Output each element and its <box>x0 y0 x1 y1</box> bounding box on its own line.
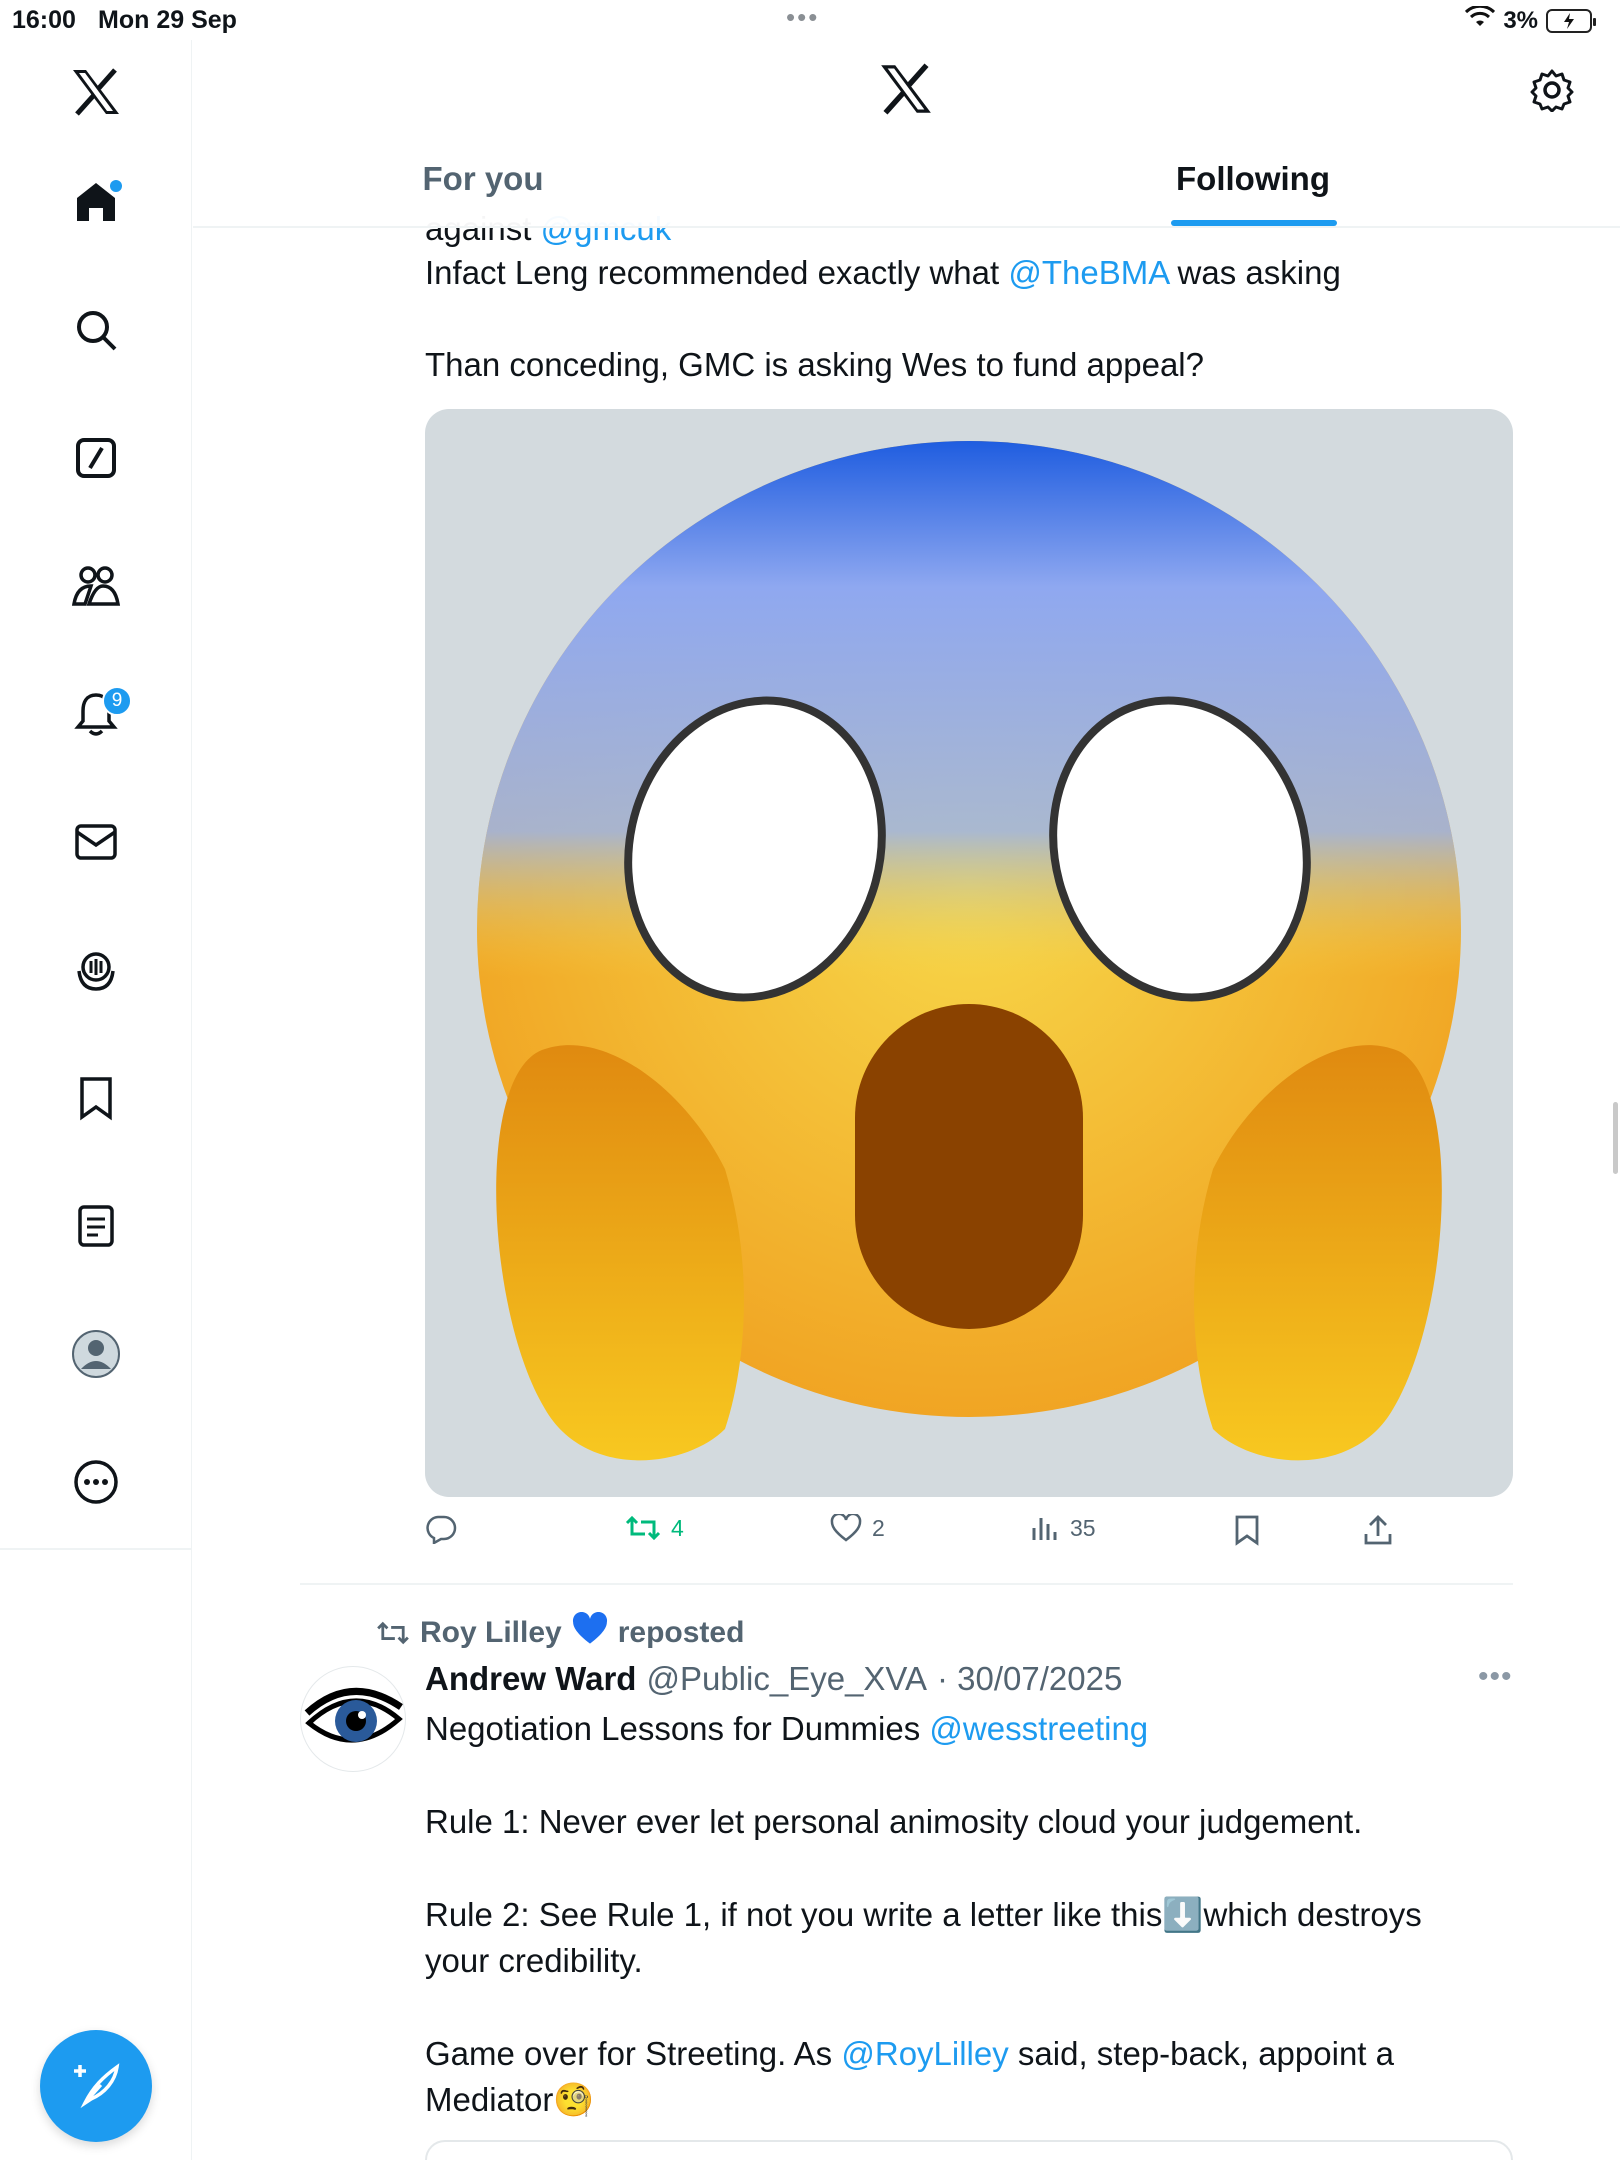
bookmark-icon <box>1235 1515 1259 1546</box>
sidebar-item-spaces[interactable] <box>66 942 126 1002</box>
sidebar-item-profile[interactable] <box>66 1326 126 1386</box>
sidebar-item-messages[interactable] <box>66 814 126 874</box>
post-text-fragment: which destroys <box>1203 1896 1422 1933</box>
status-bar: 16:00 Mon 29 Sep ••• 3% <box>0 0 1620 40</box>
post-author-row: Andrew Ward @Public_Eye_XVA · 30/07/2025 <box>425 1660 1122 1698</box>
x-logo-icon <box>879 62 939 122</box>
timeline-header: For you Following <box>193 40 1620 228</box>
gear-icon <box>1530 68 1574 117</box>
post-media-image[interactable] <box>425 409 1513 1497</box>
settings-button[interactable] <box>1524 64 1580 120</box>
post-more-button[interactable]: ••• <box>1478 1660 1513 1694</box>
status-date: Mon 29 Sep <box>98 6 237 34</box>
reply-button[interactable] <box>425 1514 467 1544</box>
battery-percent: 3% <box>1503 6 1538 34</box>
post-divider <box>300 1583 1513 1585</box>
post-text-line: Infact Leng recommended exactly what @Th… <box>425 250 1341 296</box>
retweet-count: 4 <box>671 1514 684 1541</box>
lists-icon <box>76 1203 116 1254</box>
views-count: 35 <box>1070 1514 1096 1541</box>
status-time: 16:00 <box>12 6 76 34</box>
home-unread-dot <box>110 180 122 192</box>
post-action-bar: 4 2 35 <box>425 1514 1425 1554</box>
x-logo-icon[interactable] <box>66 62 126 122</box>
sidebar-item-bookmarks[interactable] <box>66 1070 126 1130</box>
mention-link[interactable]: @TheBMA <box>1008 254 1168 291</box>
post-text-fragment: Mediator <box>425 2081 554 2118</box>
sidebar-item-grok[interactable] <box>66 430 126 490</box>
post-text-line: Rule 1: Never ever let personal animosit… <box>425 1803 1363 1840</box>
profile-icon <box>71 1329 121 1384</box>
author-avatar[interactable] <box>300 1666 406 1772</box>
author-name[interactable]: Andrew Ward <box>425 1660 636 1698</box>
retweet-icon <box>625 1515 661 1541</box>
mention-link[interactable]: @RoyLilley <box>841 2035 1008 2072</box>
post-date[interactable]: · 30/07/2025 <box>937 1660 1122 1698</box>
communities-icon <box>71 564 121 613</box>
sidebar-item-home[interactable] <box>66 174 126 234</box>
sidebar-item-notifications[interactable]: 9 <box>66 686 132 746</box>
author-handle[interactable]: @Public_Eye_XVA <box>646 1660 927 1698</box>
eye-avatar-icon <box>304 1687 403 1743</box>
views-button[interactable]: 35 <box>1030 1514 1096 1542</box>
down-arrow-emoji: ⬇️ <box>1162 1896 1204 1933</box>
tab-for-you[interactable]: For you <box>233 160 733 228</box>
multitasking-dots-icon[interactable]: ••• <box>786 2 819 33</box>
views-icon <box>1032 1518 1057 1540</box>
grok-icon <box>74 436 118 485</box>
post-text-line: Game over for Streeting. As @RoyLilley s… <box>425 2031 1394 2077</box>
heart-icon <box>830 1514 862 1542</box>
tab-active-indicator <box>1171 220 1337 226</box>
bookmark-button[interactable] <box>1233 1514 1261 1546</box>
retweet-icon <box>377 1621 409 1645</box>
post-text-fragment: said, step-back, appoint a <box>1008 2035 1394 2072</box>
search-icon <box>74 308 118 357</box>
sidebar-item-communities[interactable] <box>66 558 126 618</box>
scrollbar[interactable] <box>1613 1102 1618 1174</box>
quoted-card[interactable] <box>425 2140 1513 2160</box>
mention-link[interactable]: @wesstreeting <box>929 1710 1148 1747</box>
battery-icon <box>1546 8 1596 33</box>
share-button[interactable] <box>1363 1514 1393 1546</box>
screaming-face-emoji-icon <box>477 441 1461 1461</box>
sidebar-item-more[interactable] <box>66 1454 126 1514</box>
post-text-line: Than conceding, GMC is asking Wes to fun… <box>425 346 1204 383</box>
notifications-badge: 9 <box>102 686 132 716</box>
post-text-line: Rule 2: See Rule 1, if not you write a l… <box>425 1892 1422 1938</box>
post-text-line: Negotiation Lessons for Dummies @wesstre… <box>425 1706 1148 1752</box>
sidebar-divider <box>0 1548 192 1550</box>
like-button[interactable]: 2 <box>830 1514 885 1542</box>
sidebar-item-lists[interactable] <box>66 1198 126 1258</box>
reposter-name: Roy Lilley <box>420 1616 562 1649</box>
share-icon <box>1364 1515 1392 1545</box>
retweet-button[interactable]: 4 <box>625 1514 684 1542</box>
reply-icon <box>426 1515 457 1544</box>
post-text-line: Mediator🧐 <box>425 2077 594 2123</box>
verified-heart-icon <box>572 1611 608 1654</box>
spaces-icon <box>73 947 119 998</box>
post-text-line: your credibility. <box>425 1942 643 1979</box>
status-right: 3% <box>1465 4 1596 35</box>
like-count: 2 <box>872 1514 885 1541</box>
bookmarks-icon <box>76 1075 116 1126</box>
post-text-fragment: was asking <box>1168 254 1341 291</box>
reposted-label: reposted <box>617 1616 745 1649</box>
post-text-fragment: Negotiation Lessons for Dummies <box>425 1710 930 1747</box>
post-text-fragment: Rule 2: See Rule 1, if not you write a l… <box>425 1896 1163 1933</box>
sidebar: 9 <box>0 40 192 2160</box>
messages-icon <box>74 822 118 867</box>
repost-context[interactable]: Roy Lilley reposted <box>376 1611 745 1654</box>
compose-button[interactable] <box>40 2030 152 2142</box>
wifi-icon <box>1465 4 1496 35</box>
post-text-fragment: Infact Leng recommended exactly what <box>425 254 1009 291</box>
post-text-fragment: Game over for Streeting. As <box>425 2035 842 2072</box>
monocle-emoji: 🧐 <box>553 2081 595 2118</box>
tab-following[interactable]: Following <box>1003 160 1503 228</box>
more-icon <box>73 1459 119 1510</box>
compose-icon <box>71 2059 121 2114</box>
sidebar-item-search[interactable] <box>66 302 126 362</box>
